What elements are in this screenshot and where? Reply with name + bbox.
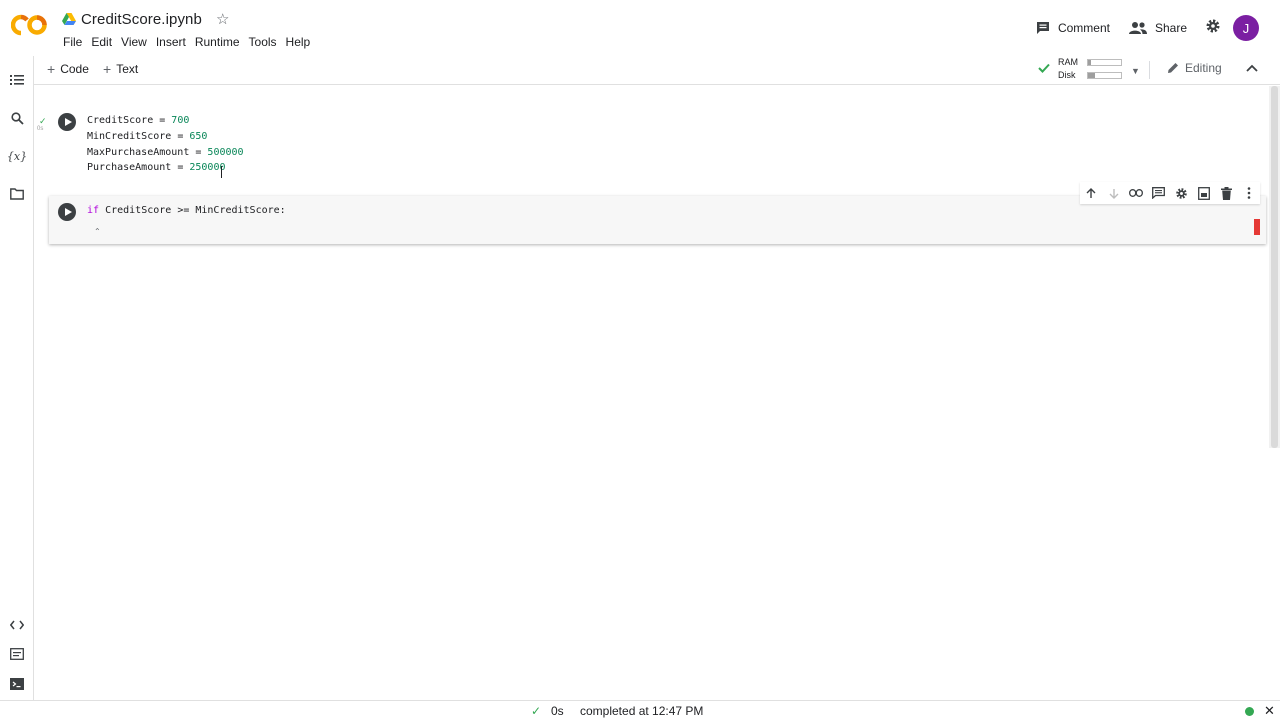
add-text-cell-button[interactable]: + Text [103,61,138,77]
collapse-header-icon[interactable] [1246,62,1258,76]
scroll-position-marker [1254,219,1260,235]
mirror-cell-icon[interactable] [1195,184,1213,202]
plus-icon: + [47,61,56,77]
editing-label: Editing [1185,61,1222,75]
menu-insert[interactable]: Insert [152,33,191,51]
delete-trash-icon[interactable] [1217,184,1235,202]
status-bar: ✓ 0s completed at 12:47 PM ✕ [0,700,1280,720]
editing-mode-button[interactable]: Editing [1166,61,1222,75]
add-text-label: Text [116,62,139,76]
comment-button[interactable]: Comment [1035,20,1110,36]
move-down-arrow-icon[interactable] [1105,184,1123,202]
pencil-icon [1168,63,1178,73]
plus-icon: + [103,61,112,77]
google-drive-icon[interactable] [62,13,76,25]
comment-icon[interactable] [1150,184,1168,202]
code-cell-1[interactable]: CreditScore = 700 MinCreditScore = 650 Max… [49,104,1266,186]
left-sidebar: {x} [0,56,34,700]
terminal-icon[interactable] [9,676,25,692]
app-header: CreditScore.ipynb ☆ File Edit View Inser… [0,0,1280,56]
connected-check-icon [1038,63,1050,73]
disk-usage-bar [1087,72,1122,79]
code-snippets-icon[interactable] [9,617,25,633]
status-check-icon: ✓ [531,704,542,718]
resource-indicator[interactable]: RAM Disk ▼ [1037,56,1140,84]
code-line: MinCreditScore = 650 [87,130,208,142]
notebook-toolbar: + Code + Text RAM Disk ▼ Editing [34,56,1280,85]
run-cell-button[interactable] [58,203,76,221]
execution-status-message[interactable]: completed at 12:47 PM [580,704,703,718]
ram-usage-bar [1087,59,1122,66]
comment-label: Comment [1057,21,1110,35]
settings-gear-icon[interactable] [1205,18,1221,39]
cell-settings-gear-icon[interactable] [1172,184,1190,202]
user-avatar[interactable]: J [1233,15,1259,41]
execution-duration: 0s [551,704,564,718]
menu-file[interactable]: File [59,33,87,51]
text-cursor [221,166,225,178]
menu-help[interactable]: Help [282,33,316,51]
code-editor[interactable]: if CreditScore >= MinCreditScore: [87,203,286,219]
comment-icon [1036,22,1049,34]
menu-tools[interactable]: Tools [245,33,282,51]
search-icon[interactable] [9,110,25,126]
command-palette-icon[interactable] [9,646,25,662]
menu-view[interactable]: View [117,33,152,51]
table-of-contents-icon[interactable] [9,72,25,88]
add-code-cell-button[interactable]: + Code [47,61,89,77]
connection-status-dot [1245,707,1254,716]
ram-label: RAM [1058,57,1078,67]
cell-exec-time: 0s [37,126,44,132]
link-icon[interactable] [1127,184,1145,202]
close-icon[interactable]: ✕ [1264,703,1275,719]
people-icon [1128,22,1147,34]
menu-runtime[interactable]: Runtime [191,33,245,51]
folder-icon[interactable] [9,186,25,202]
menu-edit[interactable]: Edit [87,33,117,51]
add-code-label: Code [60,62,89,76]
scrollbar-thumb[interactable] [1271,86,1278,448]
chevron-down-icon[interactable]: ▼ [1131,66,1140,76]
menu-bar: File Edit View Insert Runtime Tools Help [59,33,315,51]
toolbar-divider [1149,61,1150,79]
share-label: Share [1154,21,1187,35]
code-line: CreditScore = 700 [87,115,190,126]
cell-toolbar [1080,182,1260,204]
disk-label: Disk [1058,70,1076,80]
code-line: MaxPurchaseAmount = 500000 [87,146,244,158]
move-up-arrow-icon[interactable] [1082,184,1100,202]
run-cell-button[interactable] [58,113,76,131]
more-options-icon[interactable] [1240,184,1258,202]
colab-logo[interactable] [10,14,47,36]
share-button[interactable]: Share [1128,21,1187,35]
variables-icon[interactable]: {x} [7,148,27,164]
notebook-scrollbar[interactable] [1269,86,1280,448]
autocomplete-caret-icon: ⌃ [94,227,101,236]
notebook-title[interactable]: CreditScore.ipynb [81,11,202,28]
star-icon[interactable]: ☆ [216,12,229,27]
